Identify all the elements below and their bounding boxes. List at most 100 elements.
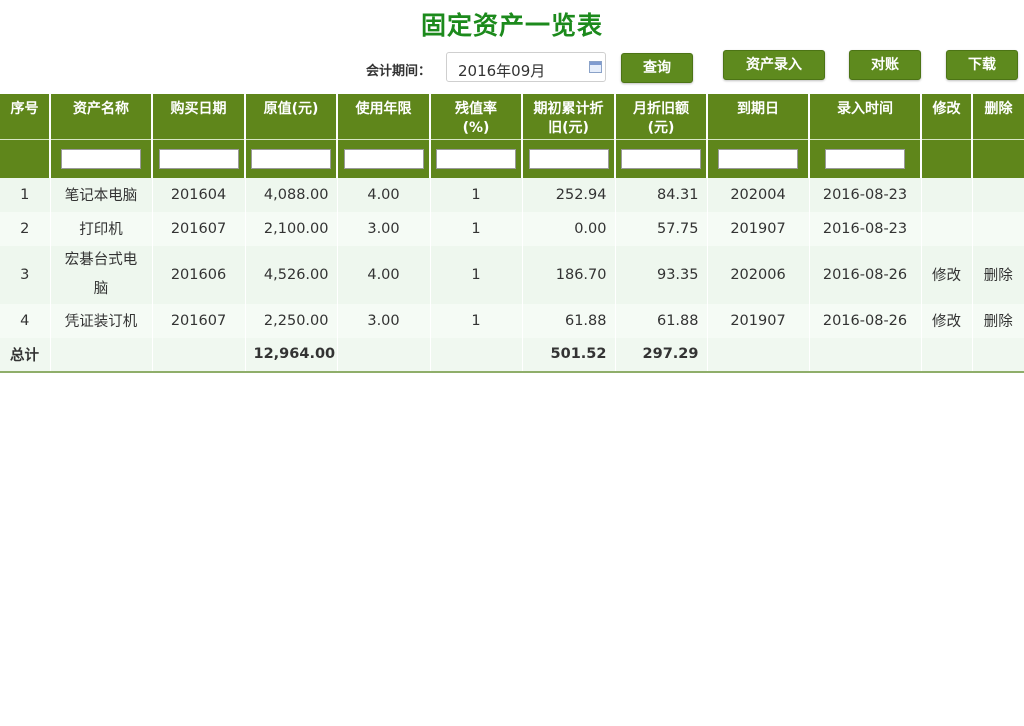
total-empty xyxy=(920,337,972,373)
cell-purchase: 201606 xyxy=(151,245,245,304)
total-original: 12,964.00 xyxy=(244,337,337,373)
asset-table: 序号 资产名称 购买日期 原值(元) 使用年限 残值率 (%) 期初累计折 旧(元)… xyxy=(0,94,1024,373)
query-button[interactable]: 查询 xyxy=(621,53,693,83)
asset-entry-button[interactable]: 资产录入 xyxy=(723,50,825,80)
cell-entered: 2016-08-26 xyxy=(808,245,921,304)
total-empty xyxy=(971,337,1024,373)
header-useful-years: 使用年限 xyxy=(336,94,430,139)
cell-monthly: 93.35 xyxy=(614,245,707,304)
total-empty xyxy=(429,337,522,373)
filter-cell-years xyxy=(336,138,430,178)
filter-residual-input[interactable] xyxy=(436,148,516,169)
cell-monthly: 84.31 xyxy=(614,177,707,212)
cell-expire: 202004 xyxy=(706,177,809,212)
total-empty xyxy=(49,337,152,373)
cell-entered: 2016-08-26 xyxy=(808,303,921,338)
period-label: 会计期间： xyxy=(366,64,432,79)
filter-cell-residual xyxy=(429,138,522,178)
filter-cell-expire xyxy=(706,138,809,178)
header-monthly-line2: (元) xyxy=(647,120,675,136)
header-monthly-depreciation: 月折旧额 (元) xyxy=(614,94,707,139)
cell-years: 3.00 xyxy=(336,303,430,338)
cell-original: 4,526.00 xyxy=(244,245,337,304)
filter-cell-entered xyxy=(808,138,921,178)
cell-expire: 201907 xyxy=(706,211,809,246)
delete-link[interactable]: 删除 xyxy=(971,245,1024,304)
filter-original-input[interactable] xyxy=(251,148,331,169)
reconcile-button[interactable]: 对账 xyxy=(849,50,921,80)
header-accum-depreciation: 期初累计折 旧(元) xyxy=(521,94,615,139)
period-value[interactable]: 2016年09月 xyxy=(458,60,545,81)
filter-cell-purchase xyxy=(151,138,245,178)
filter-years-input[interactable] xyxy=(343,148,424,169)
total-monthly: 297.29 xyxy=(614,337,707,373)
filter-monthly-input[interactable] xyxy=(621,148,701,169)
cell-seq: 4 xyxy=(0,303,50,338)
cell-residual: 1 xyxy=(429,245,522,304)
delete-link xyxy=(971,177,1024,212)
edit-link[interactable]: 修改 xyxy=(920,245,972,304)
delete-link xyxy=(971,211,1024,246)
cell-accum: 0.00 xyxy=(521,211,615,246)
cell-seq: 2 xyxy=(0,211,50,246)
asset-name-link[interactable]: 凭证装订机 xyxy=(49,303,152,338)
asset-name-link[interactable]: 打印机 xyxy=(49,211,152,246)
cell-entered: 2016-08-23 xyxy=(808,177,921,212)
edit-link xyxy=(920,177,972,212)
header-accum-line2: 旧(元) xyxy=(548,120,589,136)
cell-monthly: 57.75 xyxy=(614,211,707,246)
total-empty xyxy=(808,337,921,373)
total-empty xyxy=(336,337,430,373)
filter-accum-input[interactable] xyxy=(528,148,609,169)
header-edit: 修改 xyxy=(920,94,972,139)
total-empty xyxy=(706,337,809,373)
total-row: 总计 12,964.00 501.52 297.29 xyxy=(0,337,1024,373)
edit-link[interactable]: 修改 xyxy=(920,303,972,338)
filter-purchase-input[interactable] xyxy=(158,148,239,169)
filter-row xyxy=(0,138,1024,178)
download-button[interactable]: 下载 xyxy=(946,50,1018,80)
cell-original: 2,250.00 xyxy=(244,303,337,338)
cell-residual: 1 xyxy=(429,177,522,212)
cell-entered: 2016-08-23 xyxy=(808,211,921,246)
page-title: 固定资产一览表 xyxy=(420,11,603,40)
header-residual-rate: 残值率 (%) xyxy=(429,94,522,139)
cell-accum: 186.70 xyxy=(521,245,615,304)
delete-link[interactable]: 删除 xyxy=(971,303,1024,338)
cell-seq: 3 xyxy=(0,245,50,304)
asset-name-line2[interactable]: 脑 xyxy=(94,281,109,297)
total-empty xyxy=(151,337,245,373)
table-row: 2 打印机 201607 2,100.00 3.00 1 0.00 57.75 … xyxy=(0,211,1024,246)
header-seq: 序号 xyxy=(0,94,50,139)
asset-name-line1[interactable]: 宏碁台式电 xyxy=(65,252,138,268)
header-residual-line1: 残值率 xyxy=(455,101,497,117)
asset-name-link[interactable]: 宏碁台式电脑 xyxy=(49,245,152,304)
calendar-icon[interactable] xyxy=(589,61,602,73)
total-label: 总计 xyxy=(0,337,50,373)
cell-years: 4.00 xyxy=(336,245,430,304)
header-delete: 删除 xyxy=(971,94,1024,139)
header-original-value: 原值(元) xyxy=(244,94,337,139)
cell-accum: 252.94 xyxy=(521,177,615,212)
cell-seq: 1 xyxy=(0,177,50,212)
filter-cell-original xyxy=(244,138,337,178)
table-row: 3 宏碁台式电脑 201606 4,526.00 4.00 1 186.70 9… xyxy=(0,245,1024,304)
filter-name-input[interactable] xyxy=(61,148,141,169)
header-monthly-line1: 月折旧额 xyxy=(633,101,689,117)
header-name: 资产名称 xyxy=(49,94,152,139)
period-date-picker[interactable]: 2016年09月 xyxy=(446,52,606,82)
filter-cell-name xyxy=(49,138,152,178)
header-residual-line2: (%) xyxy=(462,120,490,136)
cell-expire: 202006 xyxy=(706,245,809,304)
cell-original: 4,088.00 xyxy=(244,177,337,212)
filter-cell-monthly xyxy=(614,138,707,178)
filter-entered-input[interactable] xyxy=(825,148,905,169)
asset-name-link[interactable]: 笔记本电脑 xyxy=(49,177,152,212)
filter-cell-edit xyxy=(920,138,972,178)
filter-expire-input[interactable] xyxy=(718,148,798,169)
filter-cell-seq xyxy=(0,138,50,178)
cell-years: 4.00 xyxy=(336,177,430,212)
cell-residual: 1 xyxy=(429,211,522,246)
cell-expire: 201907 xyxy=(706,303,809,338)
cell-original: 2,100.00 xyxy=(244,211,337,246)
